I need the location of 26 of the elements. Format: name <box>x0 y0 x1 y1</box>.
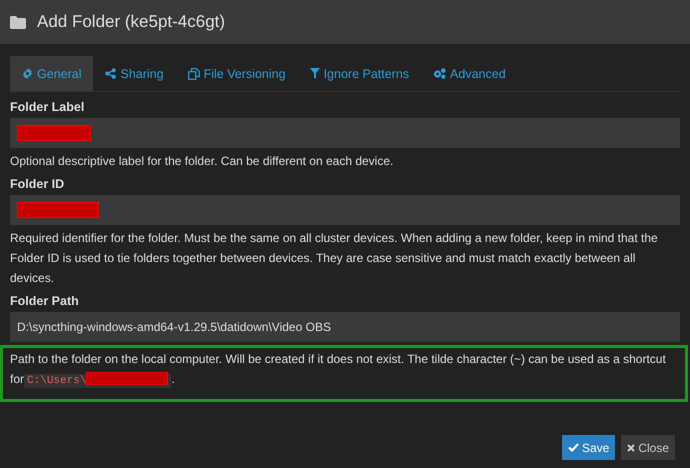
save-button[interactable]: Save <box>562 435 616 460</box>
copy-icon <box>188 68 200 80</box>
field-label: Folder ID <box>10 177 66 191</box>
share-icon <box>105 68 116 79</box>
help-text: Required identifier for the folder. Must be the same on all cluster devices. When adding a new folder, keep in mind that the Folder ID is used to tie folders together between devices. They are case sensitive and must match exactly between all devices. <box>10 230 659 287</box>
gears-icon <box>433 68 446 79</box>
folder-icon <box>10 16 26 28</box>
help-text: Path to the folder on the local computer. Will be created if it does not exist. The tilde character (~) can be used as a shortcut for C:\Users\ . <box>10 351 667 390</box>
input-field[interactable] <box>10 118 680 148</box>
input-field[interactable]: D:\syncthing-windows-amd64-v1.29.5\datidown\Video OBS <box>10 312 680 342</box>
code-snippet: C:\Users\ <box>24 374 172 388</box>
tab[interactable]: General <box>10 56 94 91</box>
tab[interactable]: Sharing <box>93 56 176 91</box>
close-button[interactable]: Close <box>621 435 675 460</box>
settings-icon <box>22 68 33 79</box>
tab[interactable]: File Versioning <box>176 56 298 91</box>
check-icon <box>568 443 579 452</box>
filter-icon <box>310 68 320 79</box>
close-icon <box>627 444 636 452</box>
field-label: Folder Path <box>10 294 80 308</box>
field-label: Folder Label <box>10 100 86 114</box>
input-field[interactable] <box>10 195 680 225</box>
tab[interactable]: Ignore Patterns <box>298 56 422 91</box>
tab[interactable]: Advanced <box>421 56 518 91</box>
help-text: Optional descriptive label for the folder. Can be different on each device. <box>10 153 394 170</box>
dialog-title: Add Folder (ke5pt-4c6gt) <box>37 12 226 32</box>
